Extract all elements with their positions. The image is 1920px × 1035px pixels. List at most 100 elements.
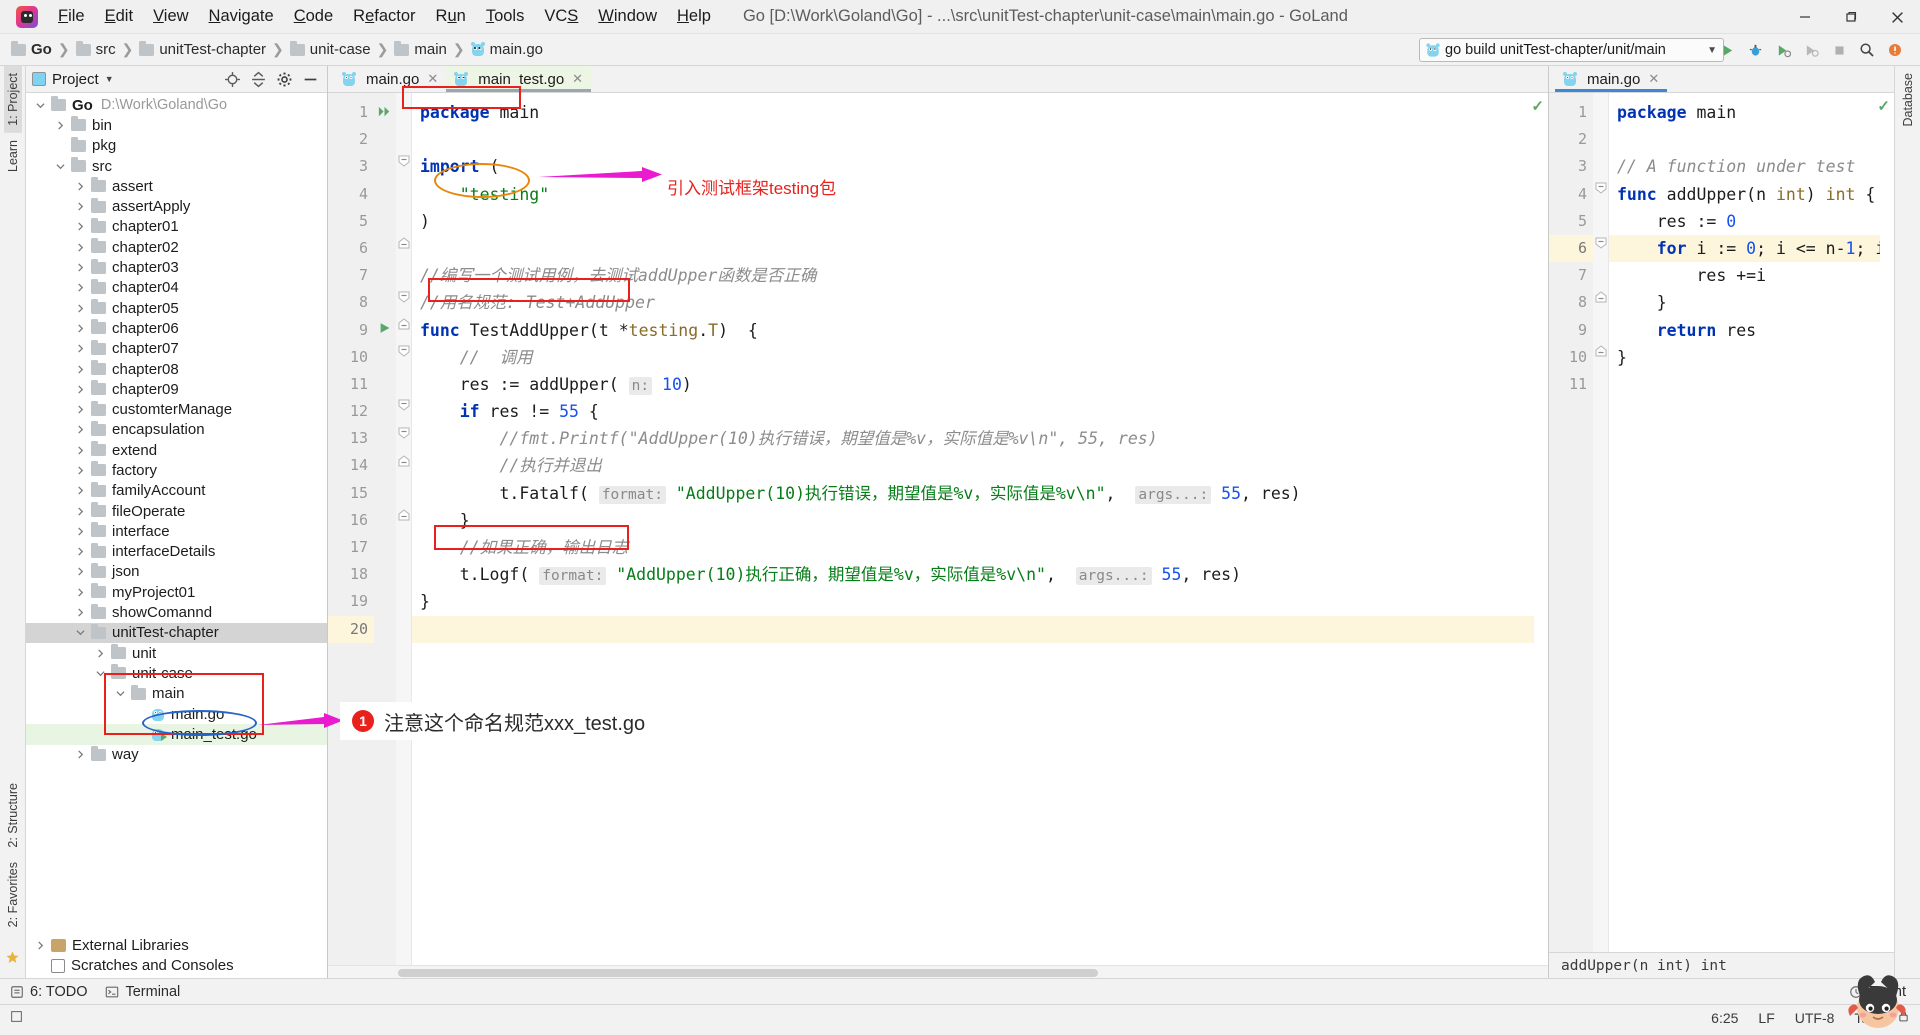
line-separator[interactable]: LF (1758, 1010, 1774, 1026)
tree-node-familyaccount[interactable]: familyAccount (26, 481, 327, 501)
tree-node-external-libraries[interactable]: External Libraries (26, 935, 327, 955)
code-line[interactable]: //如果正确，输出日志 (412, 534, 1534, 561)
sidebar-item-favorites[interactable]: 2: Favorites (4, 855, 22, 934)
breadcrumb-unit-case[interactable]: unit-case (287, 39, 374, 60)
fold-end-icon[interactable] (398, 455, 410, 467)
breadcrumb-main[interactable]: main (391, 39, 450, 60)
tab-main-go[interactable]: main.go ✕ (334, 66, 446, 92)
hide-panel-icon[interactable] (302, 71, 319, 88)
fold-end-icon[interactable] (1595, 345, 1607, 357)
fold-icon[interactable] (398, 345, 410, 357)
close-icon[interactable]: ✕ (1648, 71, 1659, 87)
chevron-down-icon[interactable] (94, 667, 107, 680)
fold-icon[interactable] (398, 427, 410, 439)
chevron-right-icon[interactable] (54, 119, 67, 132)
tree-node-bin[interactable]: bin (26, 115, 327, 135)
tree-node-go[interactable]: Go D:\Work\Goland\Go (26, 95, 327, 115)
breadcrumb-go[interactable]: Go (8, 39, 55, 60)
code-line[interactable]: // 调用 (412, 344, 1534, 371)
code-line[interactable]: } (412, 588, 1534, 615)
code-line[interactable]: } (1609, 344, 1880, 371)
fold-icon[interactable] (398, 291, 410, 303)
settings-gear-icon[interactable] (276, 71, 293, 88)
fold-icon[interactable] (1595, 182, 1607, 194)
menu-run[interactable]: Run (426, 4, 476, 29)
tree-node-pkg[interactable]: pkg (26, 136, 327, 156)
code-editor-right[interactable]: 1 2 3 4 5 6 7 8 9 10 11 package main // A function… (1549, 93, 1894, 952)
chevron-down-icon[interactable] (34, 99, 47, 112)
horizontal-scrollbar-left[interactable] (328, 965, 1548, 978)
tree-node-showcomannd[interactable]: showComannd (26, 602, 327, 622)
chevron-right-icon[interactable] (34, 939, 47, 952)
code-line[interactable] (1609, 371, 1880, 398)
breadcrumb-main-go[interactable]: main.go (468, 39, 546, 60)
run-gutter-left[interactable] (374, 93, 396, 965)
code-line[interactable]: func TestAddUpper(t *testing.T) { (412, 317, 1534, 344)
tree-node-main[interactable]: main (26, 684, 327, 704)
project-tree[interactable]: Go D:\Work\Goland\Go bin pkg src assert assert… (26, 93, 327, 935)
search-icon[interactable] (1854, 37, 1880, 63)
fold-icon[interactable] (398, 155, 410, 167)
caret-position[interactable]: 6:25 (1711, 1010, 1738, 1026)
chevron-right-icon[interactable] (74, 363, 87, 376)
collapse-all-icon[interactable] (250, 71, 267, 88)
code-line[interactable] (412, 235, 1534, 262)
tree-node-chapter01[interactable]: chapter01 (26, 217, 327, 237)
code-line[interactable]: return res (1609, 317, 1880, 344)
close-icon[interactable]: ✕ (427, 71, 438, 87)
code-line[interactable] (412, 615, 1534, 643)
memory-indicator-icon[interactable] (10, 1010, 23, 1026)
chevron-right-icon[interactable] (74, 200, 87, 213)
code-line[interactable]: //用名规范: Test+AddUpper (412, 289, 1534, 316)
chevron-right-icon[interactable] (74, 444, 87, 457)
chevron-right-icon[interactable] (74, 281, 87, 294)
updates-icon[interactable] (1882, 37, 1908, 63)
sidebar-item-learn[interactable]: Learn (4, 133, 22, 179)
code-text-left[interactable]: package main import ( "testing") //编写一个测… (412, 93, 1534, 965)
fold-icon[interactable] (398, 318, 410, 330)
tree-node-fileoperate[interactable]: fileOperate (26, 501, 327, 521)
run-icon[interactable] (1714, 37, 1740, 63)
tree-node-interface[interactable]: interface (26, 521, 327, 541)
tool-button-terminal[interactable]: Terminal (105, 984, 180, 1000)
tree-node-chapter06[interactable]: chapter06 (26, 318, 327, 338)
star-icon[interactable] (5, 950, 20, 978)
fold-gutter-left[interactable] (396, 93, 412, 965)
chevron-right-icon[interactable] (74, 220, 87, 233)
chevron-right-icon[interactable] (74, 525, 87, 538)
chevron-right-icon[interactable] (74, 545, 87, 558)
code-text-right[interactable]: package main // A function under test fun… (1609, 93, 1880, 952)
chevron-down-icon[interactable] (74, 626, 87, 639)
tree-node-encapsulation[interactable]: encapsulation (26, 420, 327, 440)
locate-icon[interactable] (224, 71, 241, 88)
run-with-coverage-icon[interactable] (1770, 37, 1796, 63)
tree-node-extend[interactable]: extend (26, 440, 327, 460)
tool-button-todo[interactable]: 6: TODO (10, 984, 87, 1000)
code-line[interactable]: package main (412, 99, 1534, 126)
tree-node-unit-case[interactable]: unit-case (26, 663, 327, 683)
chevron-down-icon[interactable]: ▼ (105, 74, 114, 84)
tree-node-chapter07[interactable]: chapter07 (26, 339, 327, 359)
tree-node-interfacedetails[interactable]: interfaceDetails (26, 542, 327, 562)
chevron-right-icon[interactable] (74, 302, 87, 315)
stop-icon[interactable] (1826, 37, 1852, 63)
run-test-icon[interactable] (378, 321, 392, 335)
fold-icon[interactable] (398, 399, 410, 411)
code-line[interactable]: res +=i (1609, 262, 1880, 289)
chevron-right-icon[interactable] (74, 586, 87, 599)
profile-icon[interactable] (1798, 37, 1824, 63)
tree-node-unittest-chapter[interactable]: unitTest-chapter (26, 622, 327, 644)
close-icon[interactable]: ✕ (572, 71, 583, 87)
tree-node-chapter03[interactable]: chapter03 (26, 257, 327, 277)
run-all-tests-icon[interactable] (376, 104, 393, 119)
breadcrumb-src[interactable]: src (73, 39, 119, 60)
tab-main-go-right[interactable]: main.go ✕ (1555, 66, 1668, 92)
fold-icon[interactable] (1595, 237, 1607, 249)
chevron-right-icon[interactable] (74, 606, 87, 619)
code-line[interactable]: } (1609, 289, 1880, 316)
maximize-button[interactable] (1828, 0, 1874, 34)
sidebar-item-project[interactable]: 1: Project (3, 66, 22, 133)
code-line[interactable]: "testing" (412, 181, 1534, 208)
code-line[interactable]: res := 0 (1609, 208, 1880, 235)
sidebar-item-database[interactable]: Database (1899, 66, 1917, 134)
